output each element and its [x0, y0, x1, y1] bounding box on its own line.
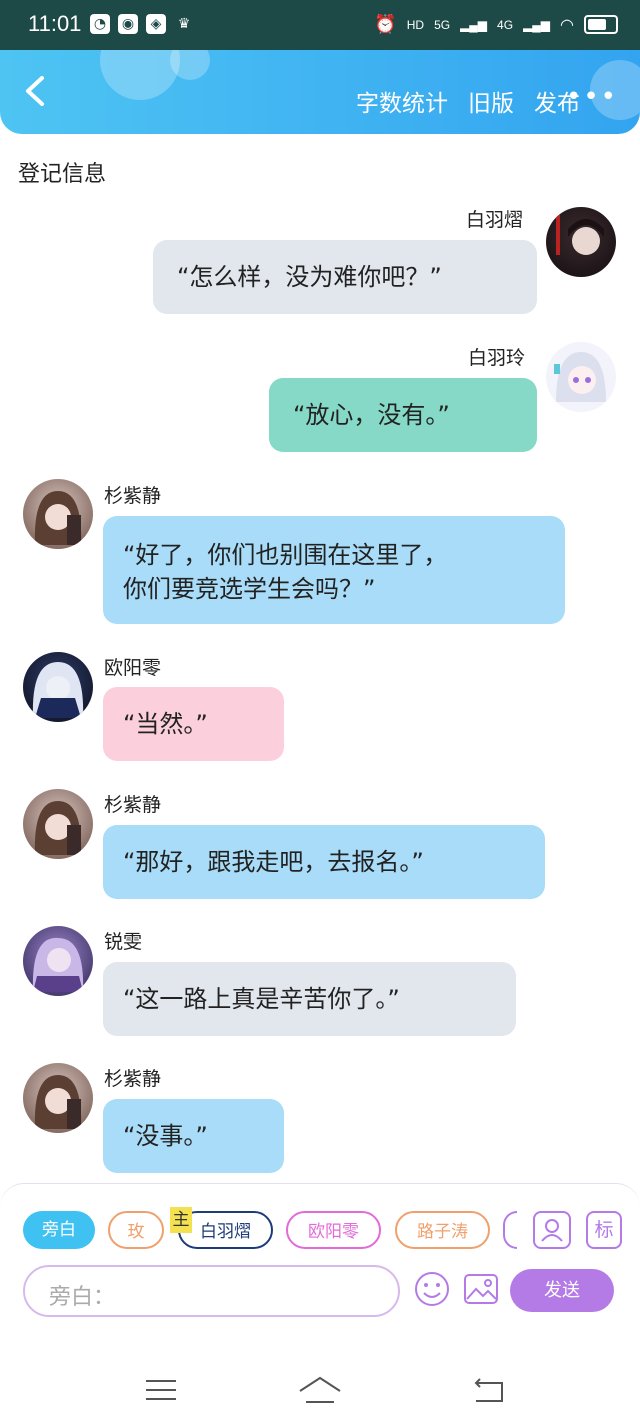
role-chip[interactable]: 玫 [108, 1211, 164, 1249]
avatar[interactable] [546, 207, 616, 277]
signal-icon: ▂▄▆ [460, 17, 488, 32]
5g-label: 5G [434, 17, 451, 32]
home-icon[interactable] [298, 1375, 342, 1405]
sender-name: 白羽玲 [468, 347, 526, 369]
map-icon: ◉ [118, 14, 138, 34]
more-icon[interactable]: ••• [566, 82, 618, 112]
alarm-icon: ⏰ [374, 14, 397, 34]
wifi-icon: ◠ [560, 16, 574, 34]
role-chip[interactable]: 路子涛 [395, 1211, 490, 1249]
top-bar: 字数统计 旧版 发布 ••• [0, 50, 640, 134]
avatar[interactable] [23, 1063, 93, 1133]
sender-name: 杉紫静 [104, 485, 162, 507]
avatar[interactable] [546, 342, 616, 412]
status-time: 11:01 [28, 11, 82, 36]
contacts-icon[interactable] [533, 1211, 571, 1249]
speed-icon: ◔ [90, 14, 110, 34]
chat-bubble[interactable]: “当然。” [103, 687, 284, 761]
sender-name: 杉紫静 [104, 794, 162, 816]
chat-bubble[interactable]: “这一路上真是辛苦你了。” [103, 962, 516, 1036]
system-icons: ⏰ HD 5G ▂▄▆ 4G ▂▄▆ ◠ [374, 14, 618, 35]
chat-bubble[interactable]: “那好，跟我走吧，去报名。” [103, 825, 545, 899]
back-nav-icon[interactable] [472, 1375, 506, 1405]
image-icon[interactable] [463, 1271, 499, 1307]
avatar[interactable] [23, 789, 93, 859]
input-panel: 旁白 玫 白羽熠 主 欧阳零 路子涛 标 旁白： 发送 [0, 1183, 640, 1354]
chat-bubble[interactable]: “没事。” [103, 1099, 284, 1173]
avatar[interactable] [23, 652, 93, 722]
tag-button[interactable]: 标 [586, 1211, 622, 1249]
decor-bubble [100, 50, 180, 100]
avatar[interactable] [23, 926, 93, 996]
role-chip-partial[interactable] [503, 1211, 517, 1249]
message-input[interactable]: 旁白： [23, 1265, 400, 1317]
crown-icon: ♛ [177, 16, 191, 32]
chat-bubble[interactable]: “放心，没有。” [269, 378, 537, 452]
4g-label: 4G [497, 17, 514, 32]
sender-name: 杉紫静 [104, 1068, 162, 1090]
main-role-tag: 主 [170, 1207, 192, 1233]
signal-icon-2: ▂▄▆ [523, 17, 551, 32]
app-icon: ◈ [146, 14, 166, 34]
old-version-button[interactable]: 旧版 [468, 84, 514, 118]
sender-name: 锐雯 [104, 931, 143, 953]
avatar[interactable] [23, 479, 93, 549]
message-input-placeholder: 旁白： [49, 1285, 116, 1310]
battery-icon [584, 15, 618, 34]
menu-icon[interactable] [144, 1375, 178, 1405]
send-button[interactable]: 发送 [510, 1269, 614, 1312]
section-title[interactable]: 登记信息 [18, 156, 106, 188]
chat-bubble-line: 你们要竞选学生会吗？” [123, 575, 376, 603]
chat-bubble-line: “好了，你们也别围在这里了， [123, 541, 448, 569]
chat-bubble[interactable]: “好了，你们也别围在这里了， 你们要竞选学生会吗？” [103, 516, 565, 624]
role-chip-selected[interactable]: 白羽熠 [178, 1211, 273, 1249]
role-chip-narrator[interactable]: 旁白 [23, 1211, 95, 1249]
chat-bubble[interactable]: “怎么样，没为难你吧？” [153, 240, 537, 314]
emoji-icon[interactable] [413, 1270, 451, 1308]
sender-name: 白羽熠 [466, 209, 524, 231]
word-count-button[interactable]: 字数统计 [356, 84, 448, 118]
top-nav: 字数统计 旧版 发布 [356, 84, 580, 118]
role-chip[interactable]: 欧阳零 [286, 1211, 381, 1249]
sender-name: 欧阳零 [104, 657, 162, 679]
status-bar: 11:01 ◔ ◉ ◈ ♛ ⏰ HD 5G ▂▄▆ 4G ▂▄▆ ◠ [0, 0, 640, 50]
hd-label: HD [406, 17, 425, 32]
back-icon[interactable] [20, 74, 54, 108]
system-nav-bar [0, 1353, 640, 1427]
notification-icons: ◔ ◉ ◈ ♛ [90, 14, 194, 34]
